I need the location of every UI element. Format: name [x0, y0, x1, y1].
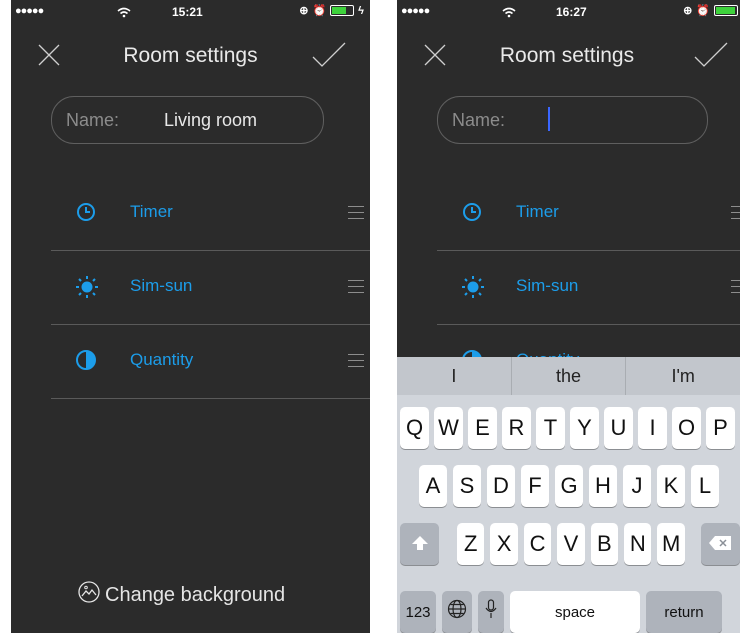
left-screen: ●●●●● 15:21 ⊕ ⏰ ϟ Room settings Name: Li… [11, 0, 370, 633]
sun-icon [461, 275, 485, 304]
list-item-label: Timer [516, 202, 559, 221]
delete-key[interactable] [700, 523, 740, 565]
charging-icon: ϟ [358, 4, 364, 17]
signal-strength: ●●●●● [15, 5, 44, 17]
prediction-2[interactable]: the [512, 357, 627, 395]
key-s[interactable]: S [453, 465, 481, 507]
key-m[interactable]: M [657, 523, 685, 565]
list-item-quantity[interactable]: Quantity [51, 324, 370, 399]
backspace-icon [708, 531, 732, 557]
list-item-timer[interactable]: Timer [437, 176, 740, 251]
status-bar: ●●●●● 16:27 ⊕ ⏰ [397, 0, 740, 24]
drag-handle-icon[interactable] [731, 280, 740, 298]
key-t[interactable]: T [536, 407, 565, 449]
drag-handle-icon[interactable] [348, 354, 364, 372]
key-z[interactable]: Z [457, 523, 485, 565]
key-l[interactable]: L [691, 465, 719, 507]
key-v[interactable]: V [557, 523, 585, 565]
key-b[interactable]: B [590, 523, 619, 565]
predictive-bar: I the I'm [397, 357, 740, 395]
nav-bar: Room settings [397, 36, 740, 76]
checkmark-icon[interactable] [694, 42, 728, 73]
numbers-key[interactable]: 123 [400, 591, 436, 633]
shift-icon [411, 531, 429, 557]
list-item-label: Quantity [130, 350, 194, 369]
list-item-label: Timer [130, 202, 173, 221]
sun-icon [75, 275, 99, 304]
list-item-timer[interactable]: Timer [51, 176, 370, 251]
name-field[interactable]: Name: [437, 96, 708, 144]
name-input[interactable]: Living room [164, 110, 257, 131]
clock-icon [75, 201, 97, 228]
half-circle-icon [75, 349, 97, 376]
key-d[interactable]: D [487, 465, 515, 507]
key-k[interactable]: K [657, 465, 685, 507]
key-x[interactable]: X [490, 523, 518, 565]
signal-strength: ●●●●● [401, 5, 430, 17]
alarm-icon: ⏰ [312, 5, 327, 17]
key-w[interactable]: W [434, 407, 463, 449]
key-a[interactable]: A [419, 465, 447, 507]
prediction-1[interactable]: I [397, 357, 512, 395]
key-f[interactable]: F [521, 465, 549, 507]
list-item-sim-sun[interactable]: Sim-sun [437, 250, 740, 325]
page-title: Room settings [499, 44, 635, 67]
key-p[interactable]: P [706, 407, 735, 449]
keyboard: I the I'm Q W E R T Y U I O P A S D F G … [397, 357, 740, 633]
lock-rotation-icon: ⊕ [683, 5, 693, 17]
prediction-3[interactable]: I'm [626, 357, 740, 395]
key-n[interactable]: N [624, 523, 652, 565]
list-item-sim-sun[interactable]: Sim-sun [51, 250, 370, 325]
alarm-icon: ⏰ [696, 5, 710, 17]
name-label: Name: [66, 110, 120, 130]
drag-handle-icon[interactable] [348, 280, 364, 298]
wifi-icon [502, 7, 516, 21]
clock-icon [461, 201, 483, 228]
change-background-label: Change background [105, 583, 286, 606]
dictation-key[interactable] [478, 591, 504, 633]
key-o[interactable]: O [672, 407, 701, 449]
name-field[interactable]: Name: Living room [51, 96, 324, 144]
globe-icon [447, 599, 467, 625]
list-item-label: Sim-sun [516, 276, 579, 295]
status-time: 16:27 [556, 5, 587, 19]
battery-icon [330, 5, 355, 16]
name-label: Name: [452, 110, 506, 130]
key-u[interactable]: U [604, 407, 633, 449]
right-screen: ●●●●● 16:27 ⊕ ⏰ Room settings Name: Time… [397, 0, 740, 633]
key-y[interactable]: Y [570, 407, 599, 449]
text-cursor [548, 107, 550, 131]
key-j[interactable]: J [623, 465, 651, 507]
key-h[interactable]: H [589, 465, 617, 507]
key-i[interactable]: I [638, 407, 667, 449]
lock-rotation-icon: ⊕ [299, 5, 309, 17]
battery-icon [714, 5, 738, 16]
status-time: 15:21 [172, 5, 203, 19]
microphone-icon [485, 599, 497, 625]
drag-handle-icon[interactable] [348, 206, 364, 224]
space-key[interactable]: space [510, 591, 640, 633]
shift-key[interactable] [400, 523, 440, 565]
list-item-label: Sim-sun [130, 276, 193, 295]
wifi-icon [117, 7, 131, 21]
return-key[interactable]: return [646, 591, 722, 633]
globe-key[interactable] [442, 591, 472, 633]
change-background-button[interactable]: Change background [77, 580, 285, 610]
key-c[interactable]: C [523, 523, 552, 565]
drag-handle-icon[interactable] [731, 206, 740, 224]
key-g[interactable]: G [555, 465, 583, 507]
key-e[interactable]: E [468, 407, 497, 449]
image-icon [77, 580, 101, 610]
checkmark-icon[interactable] [312, 42, 346, 73]
status-bar: ●●●●● 15:21 ⊕ ⏰ ϟ [11, 0, 370, 24]
nav-bar: Room settings [11, 36, 370, 76]
key-r[interactable]: R [502, 407, 531, 449]
key-q[interactable]: Q [400, 407, 429, 449]
